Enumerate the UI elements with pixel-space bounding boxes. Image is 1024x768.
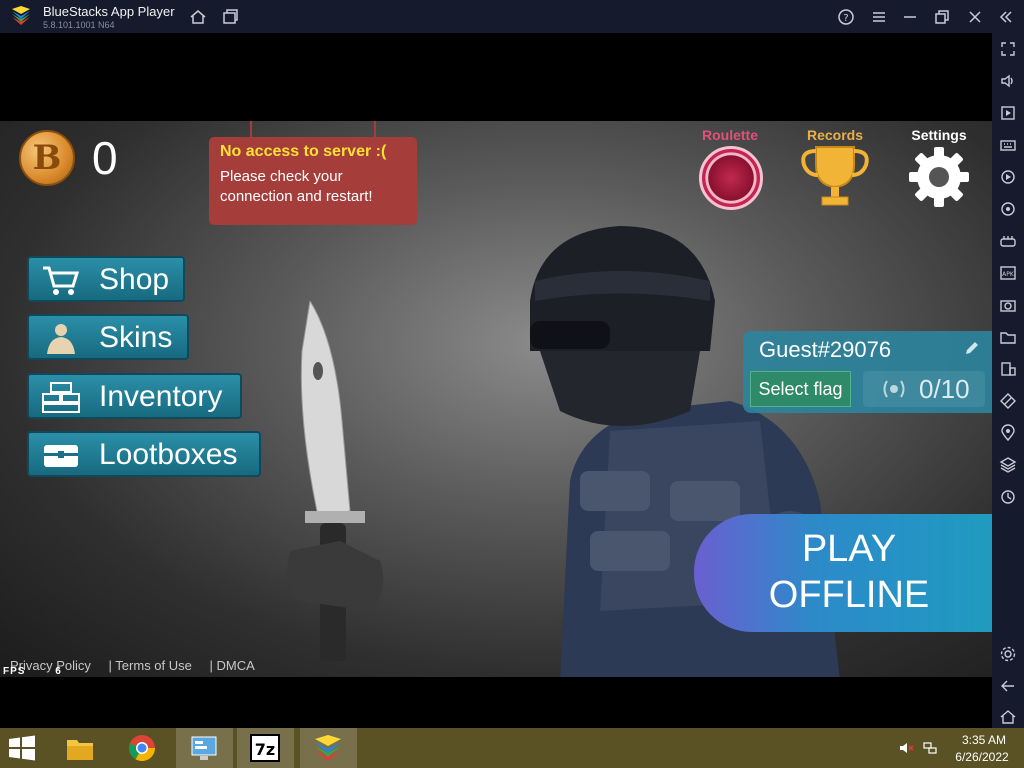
svg-text:?: ? xyxy=(843,13,848,24)
player-profile-card: Guest#29076 Select flag 0/10 xyxy=(743,331,992,413)
coin-count: 0 xyxy=(92,132,118,184)
home-icon[interactable] xyxy=(188,7,208,27)
roulette-label: Roulette xyxy=(702,127,758,143)
crates-icon xyxy=(42,382,80,413)
skins-button[interactable]: Skins xyxy=(27,314,189,360)
skins-label: Skins xyxy=(99,321,173,354)
network-icon[interactable] xyxy=(922,740,938,756)
play-offline-button[interactable]: PLAY OFFLINE xyxy=(694,514,992,632)
control-panel-icon xyxy=(191,736,217,760)
gamepad-icon[interactable] xyxy=(998,231,1018,251)
settings-label: Settings xyxy=(911,127,967,143)
eco-mode-icon[interactable] xyxy=(998,391,1018,411)
cart-icon xyxy=(43,266,80,295)
bluestacks-icon xyxy=(315,735,341,761)
inventory-button[interactable]: Inventory xyxy=(27,373,242,419)
notice-hanger xyxy=(250,121,252,137)
lootboxes-button[interactable]: Lootboxes xyxy=(27,431,261,477)
file-explorer-icon xyxy=(67,740,93,760)
notice-hanger xyxy=(374,121,376,137)
screen: BlueStacks App Player 5.8.101.1001 N64 ?… xyxy=(0,0,1024,768)
edit-name-pencil-icon[interactable] xyxy=(963,339,981,357)
terms-of-use-link[interactable]: | Terms of Use xyxy=(109,658,192,673)
macro-icon[interactable] xyxy=(998,167,1018,187)
layers-icon[interactable] xyxy=(998,455,1018,475)
sync-icon[interactable] xyxy=(998,487,1018,507)
notice-title: No access to server :( xyxy=(220,143,387,160)
game-viewport: B 0 No access to server :( Please check … xyxy=(0,121,992,677)
help-icon[interactable]: ? xyxy=(836,7,856,27)
laurel-icon xyxy=(883,380,905,398)
notice-line: Please check your xyxy=(220,168,343,185)
taskbar-bluestacks[interactable] xyxy=(300,728,357,768)
app-version: 5.8.101.1001 N64 xyxy=(43,20,115,30)
rotate-icon[interactable] xyxy=(998,199,1018,219)
chrome-icon xyxy=(128,735,156,762)
location-icon[interactable] xyxy=(998,423,1018,443)
minimize-icon[interactable] xyxy=(900,7,920,27)
clock-time[interactable]: 3:35 AM xyxy=(956,733,1012,747)
coin-icon: B xyxy=(19,130,75,186)
multi-window-icon[interactable] xyxy=(998,359,1018,379)
taskbar-control-panel[interactable] xyxy=(176,728,233,768)
taskbar-chrome[interactable] xyxy=(114,728,171,768)
rank-value: 0/10 xyxy=(919,374,970,404)
folder-icon[interactable] xyxy=(998,327,1018,347)
dmca-link[interactable]: | DMCA xyxy=(210,658,255,673)
menu-icon[interactable] xyxy=(869,7,889,27)
restore-icon[interactable] xyxy=(932,7,952,27)
offline-label: OFFLINE xyxy=(768,574,930,616)
trophy-icon[interactable] xyxy=(798,143,872,211)
settings-gear-icon[interactable] xyxy=(907,145,971,209)
chest-icon xyxy=(44,445,78,467)
bluestacks-logo-icon xyxy=(12,6,30,25)
clock-date[interactable]: 6/26/2022 xyxy=(950,750,1014,764)
select-flag-button[interactable]: Select flag xyxy=(750,371,851,407)
fullscreen-icon[interactable] xyxy=(998,39,1018,59)
svg-text:APK: APK xyxy=(1002,271,1015,278)
title-bar: BlueStacks App Player 5.8.101.1001 N64 ? xyxy=(0,0,1024,33)
7zip-icon: 7z xyxy=(250,734,280,762)
settings-icon[interactable] xyxy=(998,644,1018,664)
shop-button[interactable]: Shop xyxy=(27,256,185,302)
windows-taskbar: 7z 3:35 AM 6/26/2022 xyxy=(0,728,1024,768)
app-title: BlueStacks App Player xyxy=(43,4,175,19)
multi-instance-icon[interactable] xyxy=(220,7,240,27)
notice-line: connection and restart! xyxy=(220,188,373,205)
right-sidebar: APK xyxy=(992,33,1024,728)
taskbar-7zip[interactable]: 7z xyxy=(237,728,294,768)
keyboard-icon[interactable] xyxy=(998,135,1018,155)
apk-icon[interactable]: APK xyxy=(998,263,1018,283)
server-error-notice: No access to server :( Please check your… xyxy=(209,121,417,225)
close-icon[interactable] xyxy=(965,7,985,27)
fps-label: FPS xyxy=(3,666,26,677)
play-label: PLAY xyxy=(801,528,897,570)
collapse-sidebar-icon[interactable] xyxy=(996,7,1016,27)
volume-muted-icon[interactable] xyxy=(898,740,914,756)
fps-value: 6 xyxy=(55,666,62,677)
player-name: Guest#29076 xyxy=(759,337,892,362)
media-icon[interactable] xyxy=(998,103,1018,123)
taskbar-file-explorer[interactable] xyxy=(52,728,109,768)
android-home-icon[interactable] xyxy=(998,707,1018,727)
volume-icon[interactable] xyxy=(998,71,1018,91)
fps-counter: FPS 6 xyxy=(3,666,62,677)
lootboxes-label: Lootboxes xyxy=(99,438,238,471)
shop-label: Shop xyxy=(99,263,170,296)
records-label: Records xyxy=(806,127,864,143)
roulette-icon[interactable] xyxy=(699,146,763,210)
windows-start-icon[interactable] xyxy=(8,735,36,761)
soldier-icon xyxy=(47,324,75,354)
rank-progress: 0/10 xyxy=(863,371,985,407)
svg-text:7z: 7z xyxy=(255,740,275,759)
inventory-label: Inventory xyxy=(99,380,223,413)
back-icon[interactable] xyxy=(998,676,1018,696)
knife-weapon xyxy=(286,301,384,661)
screenshot-icon[interactable] xyxy=(998,295,1018,315)
